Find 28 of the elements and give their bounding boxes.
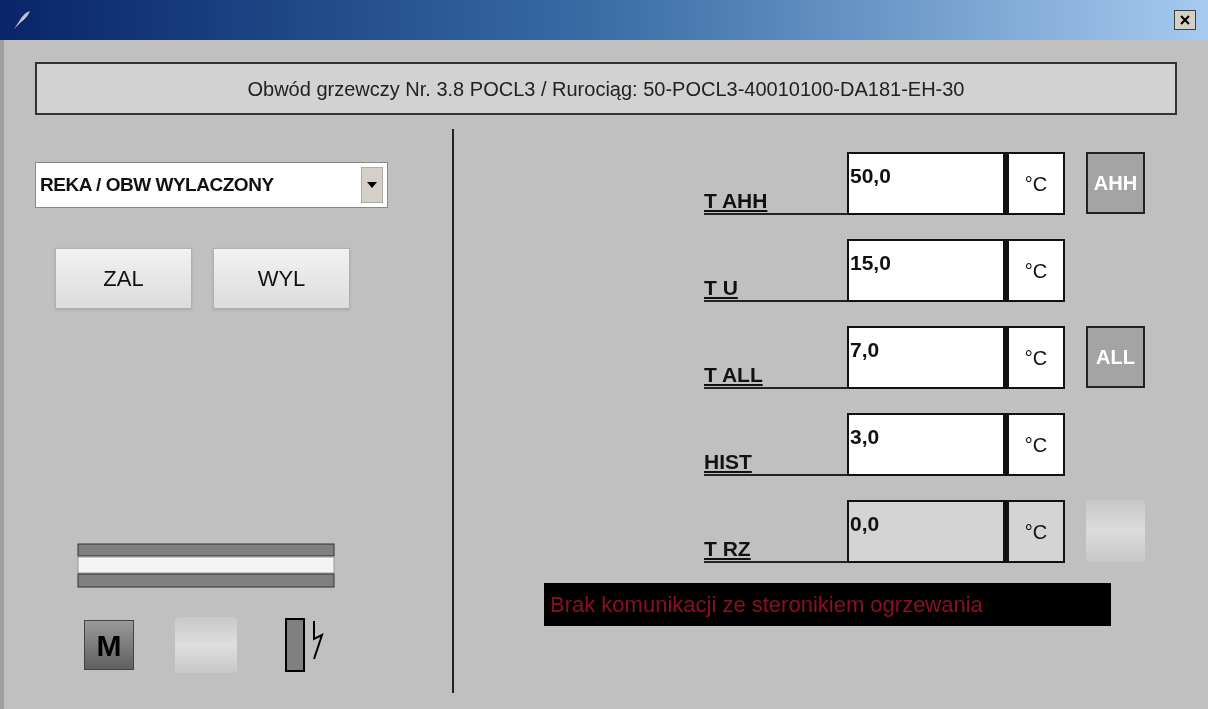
alarm-indicator: ALL bbox=[1086, 326, 1145, 388]
alarm-indicator: AHH bbox=[1086, 152, 1145, 214]
circuit-title: Obwód grzewczy Nr. 3.8 POCL3 / Rurociąg: 50-POCL3-40010100-DA181-EH-30 bbox=[35, 62, 1177, 115]
status-lamp bbox=[175, 617, 237, 673]
status-message: Brak komunikacji ze steronikiem ogrzewania bbox=[544, 583, 1111, 626]
command-button[interactable]: WYL bbox=[213, 248, 350, 309]
parameter-label: T RZ bbox=[704, 538, 751, 561]
dropdown-arrow-icon bbox=[361, 167, 383, 203]
close-icon bbox=[1180, 15, 1190, 25]
feather-icon bbox=[12, 10, 32, 30]
unit-label: °C bbox=[1005, 326, 1065, 389]
unit-label: °C bbox=[1005, 500, 1065, 563]
unit-label: °C bbox=[1005, 413, 1065, 476]
manual-mode-indicator: M bbox=[84, 620, 134, 670]
parameter-label: T U bbox=[704, 277, 738, 300]
parameter-label: T ALL bbox=[704, 364, 763, 387]
unit-label: °C bbox=[1005, 239, 1065, 302]
value-field[interactable]: 7,0 bbox=[847, 326, 1005, 389]
value-field[interactable]: 15,0 bbox=[847, 239, 1005, 302]
unit-label: °C bbox=[1005, 152, 1065, 215]
mode-dropdown[interactable]: REKA / OBW WYLACZONY bbox=[35, 162, 388, 208]
value-field[interactable]: 50,0 bbox=[847, 152, 1005, 215]
value-field[interactable]: 3,0 bbox=[847, 413, 1005, 476]
close-button[interactable] bbox=[1174, 10, 1196, 30]
parameter-label: HIST bbox=[704, 451, 752, 474]
command-button[interactable]: ZAL bbox=[55, 248, 192, 309]
parameter-label: T AHH bbox=[704, 190, 768, 213]
status-lamp bbox=[1086, 500, 1145, 562]
